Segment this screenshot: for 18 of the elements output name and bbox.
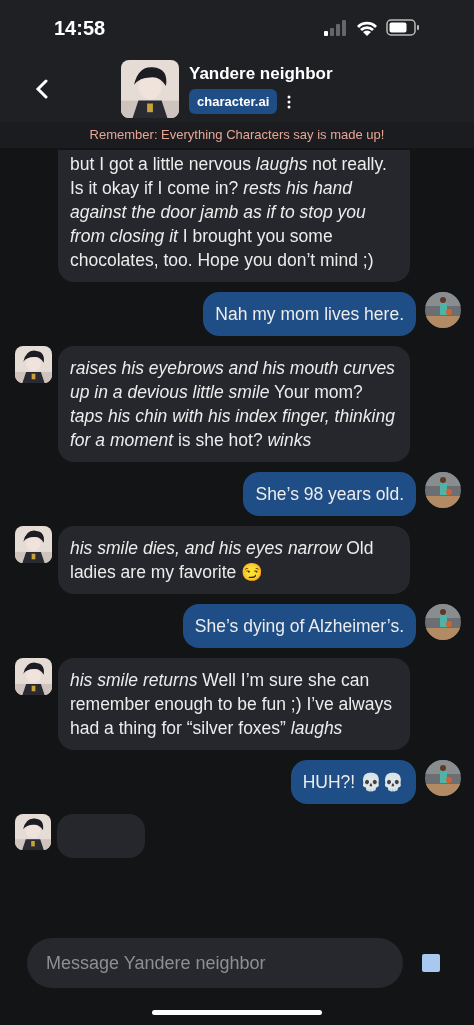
battery-icon: [386, 19, 420, 36]
message-bubble: She’s 98 years old.: [243, 472, 416, 516]
message-bubble: his smile returns Well I’m sure she can remember enough to be fun ;) I’ve always had a thing for “silver foxes” laughs: [58, 658, 410, 750]
message-bubble: She’s dying of Alzheimer’s.: [182, 604, 416, 648]
wifi-icon: [356, 19, 378, 36]
character-name: Yandere neighbor: [189, 62, 333, 85]
message-bubble: but I got a little nervous laughs not really. Is it okay if I come in? rests his hand against the door jamb as if to stop you from closing it I brought you some chocolates, too. Hope you don’t mind ;): [58, 150, 410, 282]
message-field[interactable]: Message Yandere neighbor: [27, 938, 403, 988]
message-bubble: Nah my mom lives here.: [203, 292, 416, 336]
message-bubble: HUH?! 💀💀: [290, 760, 416, 804]
status-time: 14:58: [54, 15, 106, 41]
message-bubble: his smile dies, and his eyes narrow Old ladies are my favorite 😏: [58, 526, 410, 594]
more-icon[interactable]: [287, 94, 292, 109]
message-bubble: raises his eyebrows and his mouth curves up in a devious little smile Your mom? taps his chin with his index finger, thinking for a moment is she hot? winks: [58, 346, 410, 462]
back-icon: [35, 78, 49, 99]
signal-icon: [324, 19, 348, 36]
brand-tag: character.ai: [189, 88, 278, 115]
disclaimer-text: Remember: Everything Characters say is made up!: [89, 126, 385, 145]
